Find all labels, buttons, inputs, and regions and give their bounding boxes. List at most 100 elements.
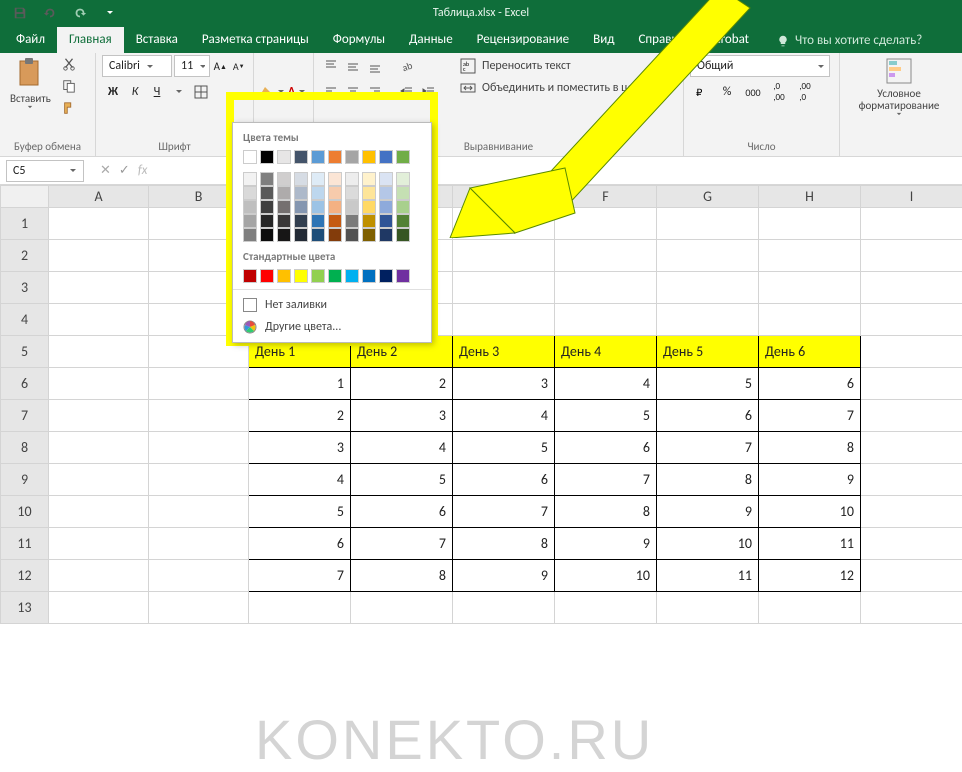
tab-review[interactable]: Рецензирование [465, 27, 581, 53]
color-swatch[interactable] [294, 228, 308, 242]
cell[interactable] [861, 432, 962, 464]
cell[interactable] [555, 592, 657, 624]
row-header[interactable]: 13 [1, 592, 49, 624]
cell[interactable]: 4 [555, 368, 657, 400]
color-swatch[interactable] [328, 172, 342, 186]
color-swatch[interactable] [277, 186, 291, 200]
cell[interactable]: 7 [453, 496, 555, 528]
conditional-formatting-button[interactable]: Условное форматирование [846, 55, 952, 121]
color-swatch[interactable] [243, 172, 257, 186]
cell[interactable] [49, 496, 149, 528]
tab-view[interactable]: Вид [581, 27, 626, 53]
color-swatch[interactable] [345, 186, 359, 200]
column-header[interactable]: E [453, 186, 555, 208]
cell[interactable]: 10 [759, 496, 861, 528]
row-header[interactable]: 8 [1, 432, 49, 464]
color-swatch[interactable] [362, 172, 376, 186]
save-icon[interactable] [10, 4, 30, 22]
color-swatch[interactable] [396, 228, 410, 242]
cell[interactable] [49, 272, 149, 304]
tab-file[interactable]: Файл [4, 27, 57, 53]
cell[interactable]: 6 [453, 464, 555, 496]
cell[interactable] [555, 240, 657, 272]
increase-indent-icon[interactable] [418, 81, 440, 103]
cell[interactable]: 3 [351, 400, 453, 432]
copy-icon[interactable] [59, 77, 79, 95]
color-swatch[interactable] [294, 214, 308, 228]
cell[interactable] [759, 304, 861, 336]
align-middle-icon[interactable] [342, 55, 364, 77]
color-swatch[interactable] [260, 228, 274, 242]
cell[interactable] [759, 208, 861, 240]
align-right-icon[interactable] [364, 81, 386, 103]
color-swatch[interactable] [243, 228, 257, 242]
cell[interactable] [861, 208, 962, 240]
cell[interactable] [149, 528, 249, 560]
cell[interactable] [49, 368, 149, 400]
row-header[interactable]: 11 [1, 528, 49, 560]
cell[interactable] [49, 240, 149, 272]
cell[interactable]: 8 [453, 528, 555, 560]
color-swatch[interactable] [379, 228, 393, 242]
cell[interactable]: День 3 [453, 336, 555, 368]
tab-pagelayout[interactable]: Разметка страницы [190, 27, 321, 53]
color-swatch[interactable] [328, 150, 342, 164]
cell[interactable] [657, 272, 759, 304]
cell[interactable]: 1 [249, 368, 351, 400]
paste-button[interactable]: Вставить [6, 55, 55, 114]
select-all-corner[interactable] [1, 186, 49, 208]
align-top-icon[interactable] [320, 55, 342, 77]
tab-help[interactable]: Справка [626, 27, 695, 53]
color-swatch[interactable] [260, 214, 274, 228]
cell[interactable]: 5 [657, 368, 759, 400]
color-swatch[interactable] [311, 186, 325, 200]
cell[interactable]: 7 [351, 528, 453, 560]
cell[interactable] [861, 240, 962, 272]
cell[interactable] [861, 304, 962, 336]
color-swatch[interactable] [311, 172, 325, 186]
cell[interactable]: 6 [351, 496, 453, 528]
cell[interactable]: 11 [657, 560, 759, 592]
column-header[interactable]: I [861, 186, 962, 208]
cell[interactable]: День 6 [759, 336, 861, 368]
column-header[interactable]: H [759, 186, 861, 208]
color-swatch[interactable] [345, 200, 359, 214]
color-swatch[interactable] [362, 150, 376, 164]
color-swatch[interactable] [379, 186, 393, 200]
cell[interactable] [861, 368, 962, 400]
font-size-select[interactable]: 11 [174, 55, 210, 77]
color-swatch[interactable] [294, 200, 308, 214]
italic-button[interactable]: К [124, 81, 146, 103]
cell[interactable] [149, 432, 249, 464]
color-swatch[interactable] [294, 269, 308, 283]
row-header[interactable]: 10 [1, 496, 49, 528]
font-family-select[interactable]: Calibri [102, 55, 172, 77]
row-header[interactable]: 5 [1, 336, 49, 368]
color-swatch[interactable] [277, 214, 291, 228]
tab-home[interactable]: Главная [57, 27, 124, 53]
color-swatch[interactable] [362, 228, 376, 242]
color-swatch[interactable] [379, 200, 393, 214]
name-box[interactable]: C5 [6, 160, 84, 182]
cell[interactable] [861, 592, 962, 624]
column-header[interactable]: A [49, 186, 149, 208]
format-painter-icon[interactable] [59, 99, 79, 117]
cell[interactable] [657, 304, 759, 336]
underline-button[interactable]: Ч [146, 81, 168, 103]
cell[interactable]: 11 [759, 528, 861, 560]
decrease-indent-icon[interactable] [396, 81, 418, 103]
color-swatch[interactable] [345, 269, 359, 283]
color-swatch[interactable] [396, 172, 410, 186]
cell[interactable]: 7 [759, 400, 861, 432]
color-swatch[interactable] [243, 150, 257, 164]
cell[interactable] [149, 592, 249, 624]
enter-formula-icon[interactable]: ✓ [119, 163, 130, 178]
cell[interactable]: 3 [453, 368, 555, 400]
cell[interactable] [861, 560, 962, 592]
row-header[interactable]: 6 [1, 368, 49, 400]
align-center-icon[interactable] [342, 81, 364, 103]
cell[interactable] [49, 400, 149, 432]
color-swatch[interactable] [328, 269, 342, 283]
cell[interactable] [49, 560, 149, 592]
cell[interactable] [861, 272, 962, 304]
